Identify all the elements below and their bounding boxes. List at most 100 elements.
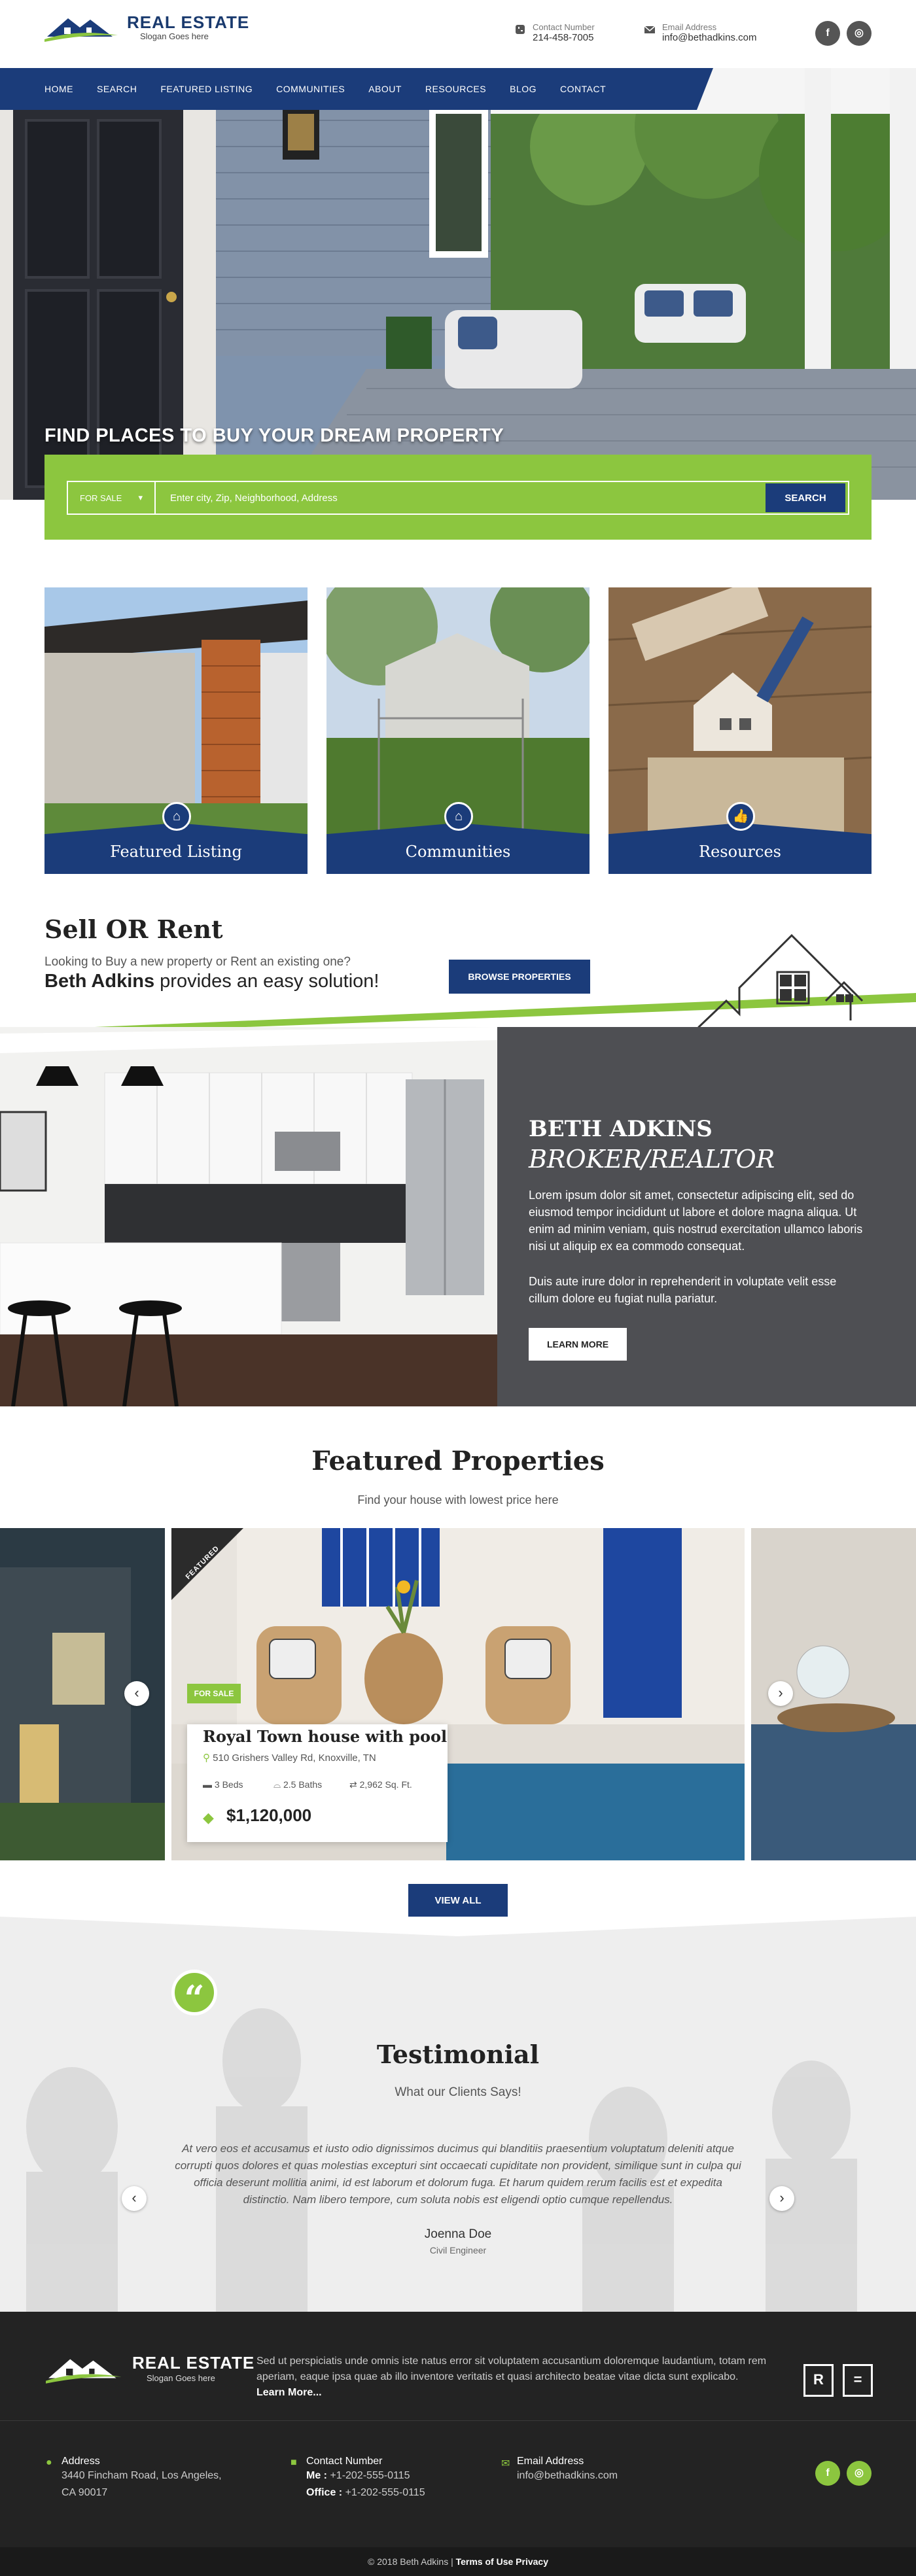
logo-house-icon xyxy=(44,18,118,42)
search-form: FOR SALE ▾ Enter city, Zip, Neighborhood… xyxy=(67,481,849,515)
footer-address: ● Address 3440 Fincham Road, Los Angeles… xyxy=(46,2456,222,2501)
me-value: +1-202-555-0115 xyxy=(330,2470,410,2481)
testimonial-prev-arrow-icon[interactable]: ‹ xyxy=(122,2186,147,2211)
kitchen-image xyxy=(0,1027,497,1406)
phone-icon: ■ xyxy=(291,2457,297,2468)
header-email: Email Address info@bethadkins.com xyxy=(644,22,756,43)
card-label: Resources xyxy=(699,843,781,861)
bed-icon: ▬ xyxy=(203,1779,215,1790)
brand-name: REAL ESTATE xyxy=(127,12,250,32)
card-label: Communities xyxy=(405,843,511,861)
map-pin-icon: ⚲ xyxy=(203,1752,213,1764)
office-phone[interactable]: Office : +1-202-555-0115 xyxy=(306,2484,425,2501)
email-label: Email Address xyxy=(662,22,717,32)
header-contact-number: Contact Number 214-458-7005 xyxy=(514,22,595,43)
caret-down-icon: ▾ xyxy=(138,493,143,502)
bath-icon: ⌓ xyxy=(273,1779,283,1790)
beds-text: 3 Beds xyxy=(214,1779,243,1790)
office-value: +1-202-555-0115 xyxy=(345,2487,425,2498)
nav-about[interactable]: ABOUT xyxy=(357,84,414,94)
envelope-icon xyxy=(644,26,656,33)
nav-home[interactable]: HOME xyxy=(33,84,85,94)
home-icon: ⌂ xyxy=(444,802,473,831)
realtor-logo-icon: R xyxy=(803,2364,834,2397)
brand-slogan: Slogan Goes here xyxy=(140,31,209,41)
for-sale-badge: FOR SALE xyxy=(187,1684,241,1703)
featured-properties-title: Featured Properties xyxy=(311,1446,605,1476)
address-label: Address xyxy=(62,2456,100,2467)
view-all-button[interactable]: VIEW ALL xyxy=(408,1884,508,1917)
copyright-text: © 2018 Beth Adkins | xyxy=(368,2556,453,2567)
star-house-icon: ⌂ xyxy=(162,802,191,831)
facebook-icon[interactable]: f xyxy=(815,21,840,46)
footer-about: Sed ut perspiciatis unde omnis iste natu… xyxy=(256,2354,767,2401)
testimonial-next-arrow-icon[interactable]: › xyxy=(769,2186,794,2211)
footer-email: ✉ Email Address info@bethadkins.com xyxy=(501,2456,618,2484)
site-header: REAL ESTATE Slogan Goes here Contact Num… xyxy=(0,0,916,68)
broker-name: BETH ADKINS xyxy=(529,1116,713,1142)
footer-brand-slogan: Slogan Goes here xyxy=(147,2373,215,2383)
slider-next-arrow-icon[interactable]: › xyxy=(768,1681,793,1706)
nav-contact[interactable]: CONTACT xyxy=(548,84,618,94)
area-icon: ⇄ xyxy=(349,1779,360,1790)
nav-blog[interactable]: BLOG xyxy=(498,84,548,94)
category-card-resources[interactable]: 👍 Resources xyxy=(608,587,872,874)
footer-brand-name: REAL ESTATE xyxy=(132,2353,255,2373)
baths-text: 2.5 Baths xyxy=(283,1779,323,1790)
footer-badges: R = xyxy=(803,2364,873,2397)
instagram-icon[interactable]: ◎ xyxy=(847,21,872,46)
hero-title: FIND PLACES TO BUY YOUR DREAM PROPERTY xyxy=(44,425,504,446)
terms-link[interactable]: Terms of Use Privacy xyxy=(456,2556,548,2567)
address-line-1: 3440 Fincham Road, Los Angeles, xyxy=(62,2470,222,2481)
envelope-icon: ✉ xyxy=(501,2458,510,2469)
site-logo[interactable]: REAL ESTATE Slogan Goes here xyxy=(44,9,249,44)
broker-role: BROKER/REALTOR xyxy=(529,1145,775,1174)
me-label: Me : xyxy=(306,2470,327,2481)
slider-prev-arrow-icon[interactable]: ‹ xyxy=(124,1681,149,1706)
listing-type-select[interactable]: FOR SALE ▾ xyxy=(68,482,156,513)
category-card-featured-listing[interactable]: ⌂ Featured Listing xyxy=(44,587,308,874)
nav-communities[interactable]: COMMUNITIES xyxy=(264,84,357,94)
property-title[interactable]: Royal Town house with pool xyxy=(203,1727,447,1746)
property-address: ⚲ 510 Grishers Valley Rd, Knoxville, TN xyxy=(203,1752,376,1764)
property-search-bar: FOR SALE ▾ Enter city, Zip, Neighborhood… xyxy=(44,455,872,540)
address-line-2: CA 90017 xyxy=(62,2487,108,2498)
testimonial-author-name: Joenna Doe xyxy=(424,2227,492,2241)
footer-contact: ■ Contact Number Me : +1-202-555-0115 Of… xyxy=(291,2456,425,2501)
search-input[interactable]: Enter city, Zip, Neighborhood, Address xyxy=(156,482,766,513)
footer-facebook-icon[interactable]: f xyxy=(815,2461,840,2486)
footer-learn-more-link[interactable]: Learn More... xyxy=(256,2387,322,2398)
category-card-communities[interactable]: ⌂ Communities xyxy=(326,587,590,874)
map-pin-icon: ● xyxy=(46,2457,52,2468)
footer-email-value[interactable]: info@bethadkins.com xyxy=(517,2467,618,2484)
footer-logo-house-icon xyxy=(46,2359,122,2384)
footer-contact-label: Contact Number xyxy=(306,2456,383,2467)
contact-number-value[interactable]: 214-458-7005 xyxy=(533,32,595,43)
property-address-text: 510 Grishers Valley Rd, Knoxville, TN xyxy=(213,1752,376,1764)
testimonial-title: Testimonial xyxy=(376,2040,540,2069)
site-footer: REAL ESTATE Slogan Goes here Sed ut pers… xyxy=(0,2312,916,2576)
nav-resources[interactable]: RESOURCES xyxy=(414,84,498,94)
search-button[interactable]: SEARCH xyxy=(766,483,845,512)
nav-search[interactable]: SEARCH xyxy=(85,84,149,94)
learn-more-button[interactable]: LEARN MORE xyxy=(529,1328,627,1361)
footer-instagram-icon[interactable]: ◎ xyxy=(847,2461,872,2486)
card-label: Featured Listing xyxy=(110,843,242,861)
thumbs-up-icon: 👍 xyxy=(726,802,755,831)
equal-housing-logo-icon: = xyxy=(843,2364,873,2397)
property-area: ⇄ 2,962 Sq. Ft. xyxy=(349,1779,412,1790)
email-value[interactable]: info@bethadkins.com xyxy=(662,32,756,43)
nav-featured-listing[interactable]: FEATURED LISTING xyxy=(149,84,264,94)
quote-icon: “ xyxy=(171,1970,217,2019)
footer-email-label: Email Address xyxy=(517,2456,584,2467)
testimonial-subtitle: What our Clients Says! xyxy=(395,2085,521,2099)
property-price: $1,120,000 xyxy=(226,1805,312,1825)
property-baths: ⌓ 2.5 Baths xyxy=(273,1779,322,1790)
phone-icon xyxy=(516,25,525,34)
footer-copyright-bar: © 2018 Beth Adkins | Terms of Use Privac… xyxy=(0,2547,916,2576)
office-label: Office : xyxy=(306,2487,343,2498)
broker-bio-paragraph-2: Duis aute irure dolor in reprehenderit i… xyxy=(529,1275,837,1305)
price-tag-icon: ◆ xyxy=(203,1809,214,1826)
me-phone[interactable]: Me : +1-202-555-0115 xyxy=(306,2467,425,2484)
footer-logo[interactable]: REAL ESTATE Slogan Goes here xyxy=(46,2350,255,2386)
